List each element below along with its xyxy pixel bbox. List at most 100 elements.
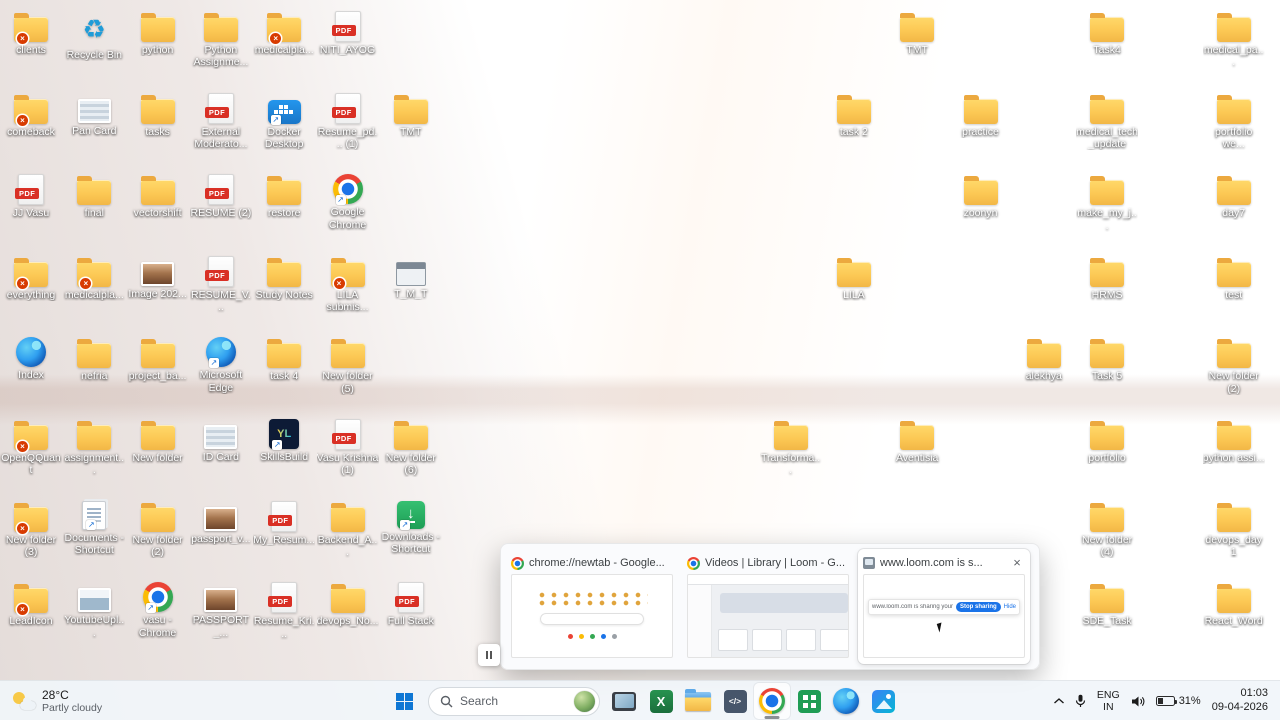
desktop-icon[interactable]: PDF Resume_Kri... <box>253 579 315 657</box>
desktop-icon[interactable]: SDE_Task <box>1076 579 1138 657</box>
chrome-window-thumbnail-sharing[interactable]: www.loom.com is s... × www.loom.com is s… <box>858 549 1030 664</box>
volume-button[interactable] <box>1126 685 1151 717</box>
taskbar-app-excel[interactable]: X <box>643 683 679 719</box>
desktop-icon[interactable]: ↗ Documents - Shortcut <box>63 498 125 576</box>
desktop-icon[interactable]: PDF RESUME_V... <box>190 253 252 331</box>
desktop-icon[interactable]: PDF External Moderato... <box>190 90 252 168</box>
desktop-icon[interactable]: × medicalpla... <box>63 253 125 331</box>
desktop-icon[interactable]: python assi... <box>1203 416 1265 494</box>
tray-overflow-button[interactable] <box>1048 685 1070 717</box>
desktop-icon[interactable]: TMT <box>380 90 442 168</box>
desktop-icon[interactable]: practice <box>950 90 1012 168</box>
desktop-icon[interactable]: final <box>63 171 125 249</box>
taskbar-app-edge[interactable] <box>828 683 864 719</box>
desktop-icon[interactable]: make_my_j... <box>1076 171 1138 249</box>
desktop-icon[interactable]: × New folder (3) <box>0 498 62 576</box>
desktop-icon[interactable]: assignment... <box>63 416 125 494</box>
desktop-icon[interactable]: devops_day1 <box>1203 498 1265 576</box>
screen-sharing-preview[interactable]: www.loom.com is sharing your screen Stop… <box>863 574 1025 658</box>
desktop-icon[interactable]: Aventisia <box>886 416 948 494</box>
desktop-icon[interactable]: Index <box>0 334 62 412</box>
desktop-icon[interactable]: python <box>127 8 189 86</box>
desktop-icon[interactable]: PASSPORT_... <box>190 579 252 657</box>
desktop-icon[interactable]: Python Assignme... <box>190 8 252 86</box>
desktop-icon[interactable]: devops_No... <box>317 579 379 657</box>
desktop-icon[interactable]: T_M_T <box>380 253 442 331</box>
desktop-icon[interactable]: ↓ ↗ Downloads - Shortcut <box>380 498 442 576</box>
desktop-icon[interactable]: New folder (6) <box>380 416 442 494</box>
desktop-icon[interactable]: medical_pa... <box>1203 8 1265 86</box>
taskbar-app-dev[interactable]: </> <box>717 683 753 719</box>
taskbar-app-monitor[interactable] <box>606 683 642 719</box>
desktop-icon[interactable]: Pan Card <box>63 90 125 168</box>
desktop-icon[interactable]: PDF RESUME (2) <box>190 171 252 249</box>
desktop-icon[interactable]: YL ↗ SkillsBuild <box>253 416 315 494</box>
desktop-icon[interactable]: HRMS <box>1076 253 1138 331</box>
desktop-icon[interactable]: Task4 <box>1076 8 1138 86</box>
start-button[interactable] <box>386 683 422 719</box>
weather-widget[interactable]: 28°C Partly cloudy <box>4 684 110 718</box>
desktop-icon[interactable]: Image 202... <box>127 253 189 331</box>
desktop-icon[interactable]: portfolio we... <box>1203 90 1265 168</box>
taskbar-app-photos[interactable] <box>865 683 901 719</box>
desktop-icon[interactable]: zoonyn <box>950 171 1012 249</box>
desktop-icon[interactable]: nefria <box>63 334 125 412</box>
desktop-icon[interactable]: test <box>1203 253 1265 331</box>
desktop-icon[interactable]: New folder (2) <box>127 498 189 576</box>
desktop-icon[interactable]: New folder (5) <box>317 334 379 412</box>
desktop-icon[interactable]: PDF My_Resum... <box>253 498 315 576</box>
desktop-icon[interactable]: day7 <box>1203 171 1265 249</box>
desktop-icon[interactable]: task 2 <box>823 90 885 168</box>
desktop-icon[interactable]: YoutubeUpl... <box>63 579 125 657</box>
taskbar-app-file-explorer[interactable] <box>680 683 716 719</box>
newtab-preview[interactable] <box>511 574 673 658</box>
desktop-icon[interactable]: ↗ Microsoft Edge <box>190 334 252 412</box>
desktop-icon[interactable]: × LeadIcon <box>0 579 62 657</box>
desktop-icon[interactable]: × LILA submis... <box>317 253 379 331</box>
desktop-icon[interactable]: tasks <box>127 90 189 168</box>
taskbar-app-chrome[interactable] <box>754 683 790 719</box>
microphone-in-use-button[interactable] <box>1070 685 1091 717</box>
desktop-icon[interactable]: × clients <box>0 8 62 86</box>
desktop-icon[interactable]: ID Card <box>190 416 252 494</box>
desktop-icon[interactable]: New folder (2) <box>1203 334 1265 412</box>
desktop-icon[interactable]: PDF Resume_pd... (1) <box>317 90 379 168</box>
desktop-icon[interactable]: ♻ Recycle Bin <box>63 8 125 86</box>
desktop-icon[interactable]: task 4 <box>253 334 315 412</box>
desktop-icon[interactable]: ↗ Google Chrome <box>317 171 379 249</box>
desktop-icon[interactable]: ↗ vasu - Chrome <box>127 579 189 657</box>
desktop-icon[interactable]: passport_v... <box>190 498 252 576</box>
desktop-icon[interactable]: project_ba... <box>127 334 189 412</box>
language-switcher[interactable]: ENG IN <box>1091 689 1126 713</box>
desktop-icon[interactable]: medical_tech_update <box>1076 90 1138 168</box>
hide-link[interactable]: Hide <box>1004 604 1016 610</box>
taskbar-app-grid[interactable] <box>791 683 827 719</box>
desktop-icon[interactable]: New folder (4) <box>1076 498 1138 576</box>
desktop-icon[interactable]: PDF Full Stack <box>380 579 442 657</box>
desktop-icon[interactable]: Study Notes <box>253 253 315 331</box>
chrome-window-thumbnail-newtab[interactable]: chrome://newtab - Google... <box>506 549 678 664</box>
desktop-icon[interactable]: PDF Vasu Krishna (1) <box>317 416 379 494</box>
desktop-icon[interactable]: PDF NITI_AYOG <box>317 8 379 86</box>
stop-sharing-button[interactable]: Stop sharing <box>955 602 1001 612</box>
chrome-window-thumbnail-loom[interactable]: Videos | Library | Loom - G... <box>682 549 854 664</box>
desktop-icon[interactable]: vectorshift <box>127 171 189 249</box>
battery-button[interactable]: 31% <box>1151 695 1206 707</box>
desktop-icon[interactable]: TMT <box>886 8 948 86</box>
desktop-icon[interactable]: React_Word <box>1203 579 1265 657</box>
loom-library-preview[interactable] <box>687 574 849 658</box>
desktop-icon[interactable]: × OpenQQuant <box>0 416 62 494</box>
desktop-icon[interactable]: Transforma... <box>760 416 822 494</box>
close-thumbnail-button[interactable]: × <box>1009 555 1025 571</box>
desktop-icon[interactable]: × everything <box>0 253 62 331</box>
desktop-icon[interactable]: LILA <box>823 253 885 331</box>
search-highlights-image[interactable] <box>574 690 595 712</box>
desktop-icon[interactable]: restore <box>253 171 315 249</box>
desktop-icon[interactable]: PDF JJ Vasu <box>0 171 62 249</box>
desktop-icon[interactable]: × comeback <box>0 90 62 168</box>
desktop-icon[interactable]: New folder <box>127 416 189 494</box>
desktop-icon[interactable]: portfolio <box>1076 416 1138 494</box>
desktop-icon[interactable]: × medicalpla... <box>253 8 315 86</box>
search-input[interactable]: Search <box>428 686 600 716</box>
clock[interactable]: 01:03 09-04-2026 <box>1206 687 1276 715</box>
